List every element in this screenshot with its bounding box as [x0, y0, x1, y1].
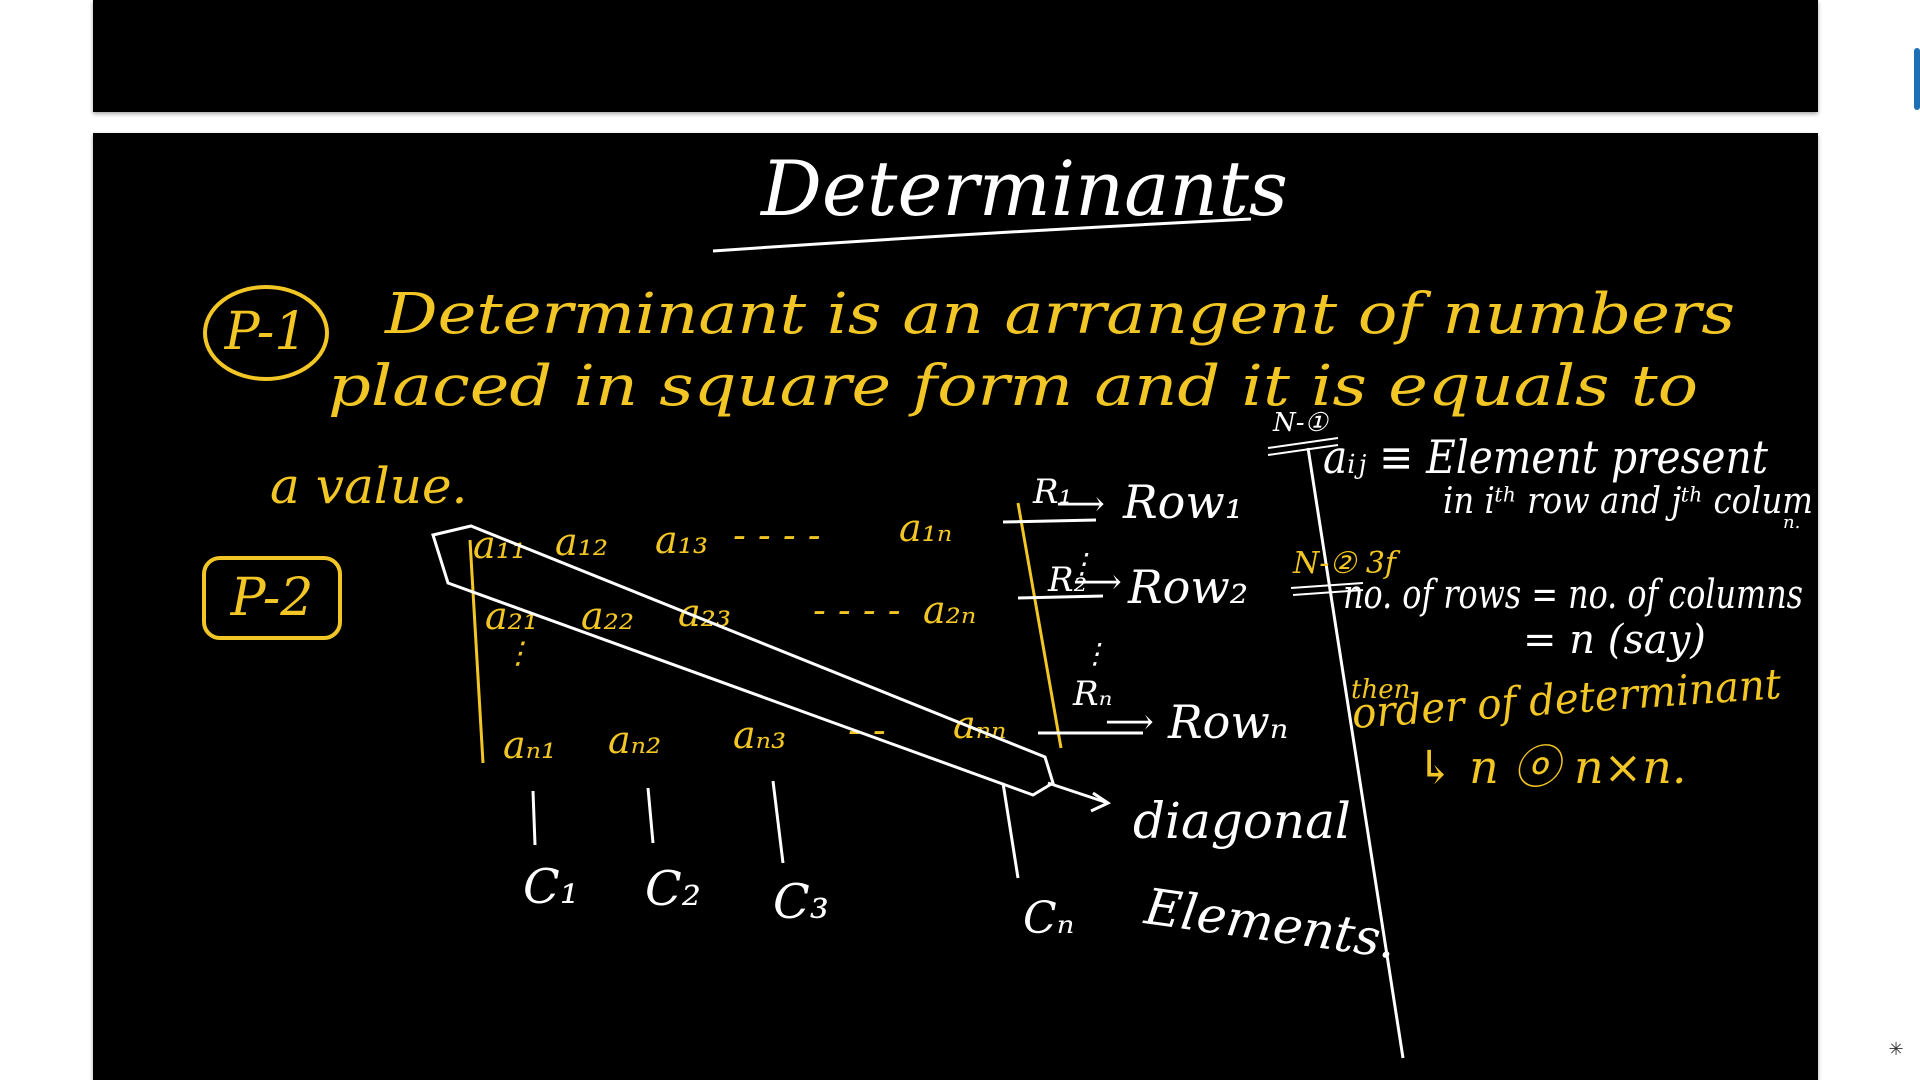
- right-dots-2: ⋮: [1081, 637, 1109, 670]
- column-label-c2: C₂: [645, 861, 701, 917]
- p1-badge: P-1: [224, 302, 308, 362]
- cell-an2: aₙ₂: [608, 718, 661, 762]
- diagonal-arrow: [1047, 781, 1112, 813]
- scrollbar-thumb[interactable]: [1914, 48, 1920, 110]
- matrix-right-bar: [1016, 502, 1063, 749]
- note1-line-2: in iᵗʰ row and jᵗʰ colum: [1443, 481, 1813, 522]
- column-label-cn: Cₙ: [1023, 893, 1075, 944]
- sparkle-icon[interactable]: ✳: [1886, 1040, 1906, 1060]
- cell-a13: a₁₃: [655, 518, 708, 562]
- p1-text-line-1: Determinant is an arrangent of numbers: [384, 282, 1735, 347]
- column-arrow-3: [771, 780, 785, 864]
- column-dots: ⋮: [503, 636, 533, 671]
- right-dots-1: ⋮: [1068, 547, 1096, 580]
- diagonal-label-line-1: diagonal: [1133, 792, 1351, 850]
- p1-text-line-3: a value.: [270, 457, 467, 515]
- page-title: Determinants: [759, 144, 1288, 233]
- p1-text-line-2: placed in square form and it is equals t…: [328, 354, 1698, 419]
- column-arrow-1: [531, 790, 537, 846]
- vertical-scrollbar[interactable]: [1906, 0, 1920, 1080]
- note2-line-2: = n (say): [1523, 617, 1706, 663]
- cell-a2n: a₂ₙ: [923, 588, 976, 632]
- note1-tag: N-①: [1272, 408, 1330, 438]
- note1-line-1: aᵢⱼ ≡ Element present: [1323, 430, 1768, 484]
- cell-ann: aₙₙ: [953, 703, 1006, 747]
- note1-sub: n.: [1783, 512, 1800, 533]
- column-label-c1: C₁: [523, 859, 579, 915]
- row-name-1: Row₁: [1122, 475, 1243, 529]
- current-page: Determinants P-1 Determinant is an arran…: [93, 133, 1818, 1080]
- previous-page: [93, 0, 1818, 112]
- column-arrow-2: [646, 787, 655, 844]
- row-name-n: Rowₙ: [1167, 695, 1288, 749]
- matrix-left-bar: [468, 539, 485, 764]
- rown-arrow: ⟶: [1105, 702, 1154, 742]
- note2-line-1: no. of rows = no. of columns: [1343, 572, 1803, 618]
- diagonal-label-line-2: Elements.: [1140, 877, 1400, 970]
- cell-a12: a₁₂: [555, 520, 608, 564]
- cell-a1n: a₁ₙ: [899, 506, 952, 550]
- note2-line-3: order of determinant: [1350, 659, 1782, 738]
- cell-a22: a₂₂: [581, 594, 634, 638]
- column-arrow-n: [1001, 782, 1020, 879]
- cell-an3: aₙ₃: [733, 713, 786, 757]
- row1-dashes: - - - -: [733, 513, 821, 557]
- row2-dashes: - - - -: [813, 588, 901, 632]
- handwritten-notes-canvas: Determinants P-1 Determinant is an arran…: [202, 144, 1813, 1059]
- document-viewer: Determinants P-1 Determinant is an arran…: [0, 0, 1920, 1080]
- cell-an1: aₙ₁: [503, 723, 556, 767]
- note2-line-4: ↳ n ⓞ n×n.: [1416, 740, 1686, 794]
- notes-divider: [1306, 447, 1405, 1059]
- row1-arrow: ⟶: [1056, 484, 1105, 524]
- p2-badge: P-2: [230, 568, 314, 628]
- column-label-c3: C₃: [773, 874, 829, 930]
- row-name-2: Row₂: [1127, 560, 1248, 614]
